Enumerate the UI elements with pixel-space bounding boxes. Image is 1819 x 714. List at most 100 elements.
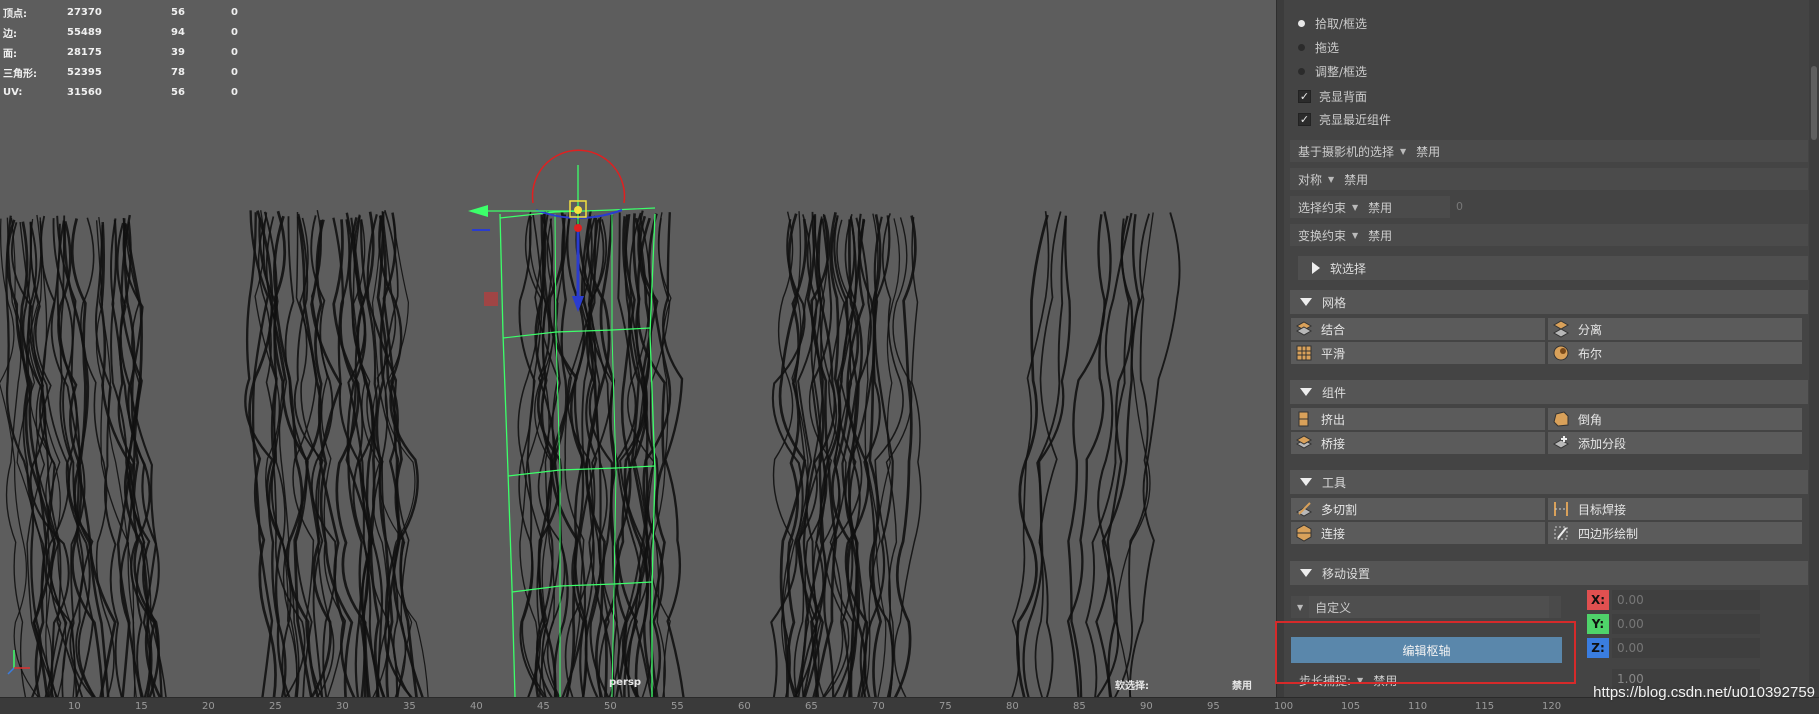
combine-icon — [1295, 320, 1313, 338]
connect-button[interactable]: 连接 — [1291, 522, 1545, 545]
symmetry-label: 对称 — [1298, 172, 1323, 187]
red-handle — [574, 224, 582, 232]
timeline-tick: 30 — [336, 701, 349, 712]
time-slider[interactable]: 10 15 20 25 30 35 40 45 50 55 60 65 70 75 80 85 90 95 100 1… — [0, 697, 1819, 714]
combine-button[interactable]: 结合 — [1291, 318, 1545, 341]
axis-value: 0.00 — [1617, 641, 1644, 655]
hud-value: 56 — [171, 86, 185, 98]
transform-constraint-value: 禁用 — [1368, 228, 1393, 243]
pick-mode-marquee[interactable]: 拾取/框选 — [1298, 13, 1367, 33]
timeline-tick: 25 — [269, 701, 282, 712]
section-tools[interactable]: 工具 — [1290, 470, 1808, 494]
hud-value: 0 — [231, 46, 238, 58]
modeling-toolkit-panel: 拾取/框选 拖选 调整/框选 ✓ 亮显背面 ✓ 亮显最近组件 基于摄影机的选择 … — [1284, 0, 1819, 697]
hud-row-uvs: UV: 31560 56 0 — [3, 82, 261, 102]
bridge-button[interactable]: 桥接 — [1291, 432, 1545, 455]
quad-draw-button[interactable]: 四边形绘制 — [1548, 522, 1802, 545]
connect-icon — [1295, 524, 1313, 542]
button-label: 结合 — [1321, 322, 1346, 337]
scrollbar-thumb[interactable] — [1811, 66, 1817, 140]
camera-based-selection-row[interactable]: 基于摄影机的选择 ▼ 禁用 — [1290, 140, 1808, 162]
add-divisions-icon — [1552, 434, 1570, 452]
timeline-tick: 100 — [1274, 701, 1294, 712]
collapse-arrow-icon — [1300, 388, 1312, 396]
section-title: 软选择 — [1330, 261, 1367, 276]
timeline-tick: 35 — [403, 701, 416, 712]
separate-icon — [1552, 320, 1570, 338]
pick-mode-label: 调整/框选 — [1315, 64, 1368, 79]
separate-button[interactable]: 分离 — [1548, 318, 1802, 341]
quad-draw-icon — [1552, 524, 1570, 542]
move-axis-mode-value: 自定义 — [1309, 596, 1550, 618]
hud-value: 0 — [231, 26, 238, 38]
pick-mode-label: 拖选 — [1315, 40, 1340, 55]
timeline-tick: 65 — [805, 701, 818, 712]
3d-viewport[interactable]: 顶点: 27370 56 0 边: 55489 94 0 面: 28175 39… — [0, 0, 1276, 697]
collapse-arrow-icon — [1300, 478, 1312, 486]
axis-label: Z: — [1591, 641, 1605, 655]
select-constraint-row[interactable]: 选择约束 ▼ 禁用 — [1290, 196, 1450, 218]
plane-handle — [484, 292, 498, 306]
section-title: 移动设置 — [1322, 566, 1371, 581]
target-weld-button[interactable]: 目标焊接 — [1548, 498, 1802, 521]
button-label: 编辑枢轴 — [1402, 643, 1451, 658]
panel-scrollbar[interactable] — [1809, 0, 1819, 697]
transform-constraint-row[interactable]: 变换约束 ▼ 禁用 — [1290, 224, 1808, 246]
section-components[interactable]: 组件 — [1290, 380, 1808, 404]
step-snap-value: 禁用 — [1373, 673, 1398, 688]
select-constraint-value: 禁用 — [1368, 200, 1393, 215]
button-label: 连接 — [1321, 526, 1346, 541]
select-constraint-number: 0 — [1456, 200, 1463, 213]
hud-value: 27370 — [67, 6, 102, 18]
timeline-tick: 115 — [1475, 701, 1495, 712]
section-title: 工具 — [1322, 475, 1347, 490]
hud-value: 78 — [171, 66, 185, 78]
hud-label: 顶点: — [3, 8, 27, 20]
poly-count-hud: 顶点: 27370 56 0 边: 55489 94 0 面: 28175 39… — [3, 2, 261, 102]
timeline-tick: 95 — [1207, 701, 1220, 712]
timeline-tick: 75 — [939, 701, 952, 712]
extrude-button[interactable]: 挤出 — [1291, 408, 1545, 431]
checkbox-label: 亮显背面 — [1319, 89, 1368, 104]
timeline-tick: 15 — [135, 701, 148, 712]
section-move-settings[interactable]: 移动设置 — [1290, 561, 1808, 585]
timeline-tick: 50 — [604, 701, 617, 712]
step-snap-row[interactable]: 步长捕捉: ▼ 禁用 — [1291, 669, 1561, 691]
bevel-button[interactable]: 倒角 — [1548, 408, 1802, 431]
axis-value: 0.00 — [1617, 593, 1644, 607]
smooth-button[interactable]: 平滑 — [1291, 342, 1545, 365]
z-axis-tag: Z: — [1587, 638, 1609, 658]
edit-pivot-button[interactable]: 编辑枢轴 — [1291, 637, 1562, 663]
bridge-icon — [1295, 434, 1313, 452]
extrude-icon — [1295, 410, 1313, 428]
panel-splitter[interactable] — [1276, 0, 1284, 697]
z-axis-input[interactable]: 0.00 — [1612, 638, 1760, 658]
add-divisions-button[interactable]: 添加分段 — [1548, 432, 1802, 455]
y-axis-input[interactable]: 0.00 — [1612, 614, 1760, 634]
camera-select-value: 禁用 — [1416, 144, 1441, 159]
section-mesh[interactable]: 网格 — [1290, 290, 1808, 314]
timeline-tick: 40 — [470, 701, 483, 712]
hud-label: 三角形: — [3, 68, 37, 80]
checkbox-highlight-nearest[interactable]: ✓ 亮显最近组件 — [1298, 109, 1391, 129]
dropdown-caret-icon: ▼ — [1400, 146, 1407, 156]
multi-cut-button[interactable]: 多切割 — [1291, 498, 1545, 521]
symmetry-row[interactable]: 对称 ▼ 禁用 — [1290, 168, 1808, 190]
hair-strand — [80, 217, 115, 697]
section-soft-select[interactable]: 软选择 — [1298, 256, 1808, 280]
pick-mode-tweak[interactable]: 调整/框选 — [1298, 61, 1367, 81]
button-label: 分离 — [1578, 322, 1603, 337]
dropdown-caret-icon: ▼ — [1297, 602, 1304, 612]
boolean-button[interactable]: 布尔 — [1548, 342, 1802, 365]
move-axis-mode-dropdown[interactable]: ▼ 自定义 — [1291, 596, 1561, 618]
pick-mode-drag[interactable]: 拖选 — [1298, 37, 1339, 57]
smooth-icon — [1295, 344, 1313, 362]
button-label: 四边形绘制 — [1578, 526, 1639, 541]
hud-value: 55489 — [67, 26, 102, 38]
button-label: 添加分段 — [1578, 436, 1627, 451]
radio-selected-icon — [1298, 19, 1305, 27]
button-label: 布尔 — [1578, 346, 1603, 361]
timeline-tick: 10 — [68, 701, 81, 712]
x-axis-input[interactable]: 0.00 — [1612, 590, 1760, 610]
checkbox-highlight-backfaces[interactable]: ✓ 亮显背面 — [1298, 86, 1367, 106]
